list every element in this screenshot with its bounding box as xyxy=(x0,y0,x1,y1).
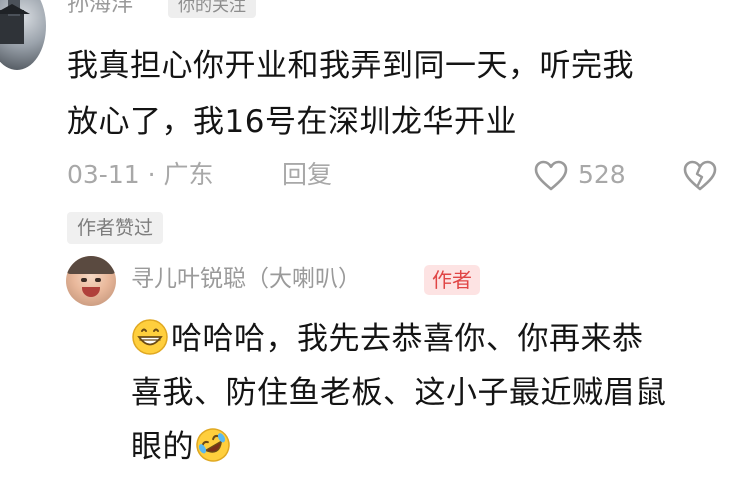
comment-meta: 03-11 · 广东 xyxy=(67,160,214,189)
author-liked-badge: 作者赞过 xyxy=(67,212,164,244)
reply-text-line: 哈哈哈，我先去恭喜你、你再来恭 xyxy=(131,312,731,366)
follow-badge: 你的关注 xyxy=(168,0,256,18)
reply-text-segment: 眼的 xyxy=(131,429,194,465)
grinning-face-icon xyxy=(131,318,169,356)
reply-text-line: 喜我、防住鱼老板、这小子最近贼眉鼠 xyxy=(131,375,667,411)
reply-text-line: 眼的 xyxy=(131,420,731,474)
like-count: 528 xyxy=(578,160,626,189)
rolling-laughing-face-icon xyxy=(194,426,232,464)
reply-text-segment: 哈哈哈，我先去恭喜你、你再来恭 xyxy=(171,321,644,357)
reply-button[interactable]: 回复 xyxy=(282,160,332,190)
comment-username[interactable]: 孙海洋 xyxy=(67,0,133,18)
broken-heart-icon[interactable] xyxy=(683,160,717,192)
reply-username[interactable]: 寻儿叶锐聪（大喇叭） xyxy=(131,264,361,294)
comment-text: 我真担心你开业和我弄到同一天，听完我 放心了，我16号在深圳龙华开业 xyxy=(67,38,727,150)
author-badge: 作者 xyxy=(424,265,480,295)
avatar[interactable] xyxy=(0,0,46,70)
comment-text-line: 放心了，我16号在深圳龙华开业 xyxy=(67,104,517,140)
reply-avatar[interactable] xyxy=(66,256,116,306)
comment-text-line: 我真担心你开业和我弄到同一天，听完我 xyxy=(67,48,634,84)
heart-icon[interactable] xyxy=(534,160,568,192)
reply-text: 哈哈哈，我先去恭喜你、你再来恭 喜我、防住鱼老板、这小子最近贼眉鼠 眼的 xyxy=(131,312,731,474)
